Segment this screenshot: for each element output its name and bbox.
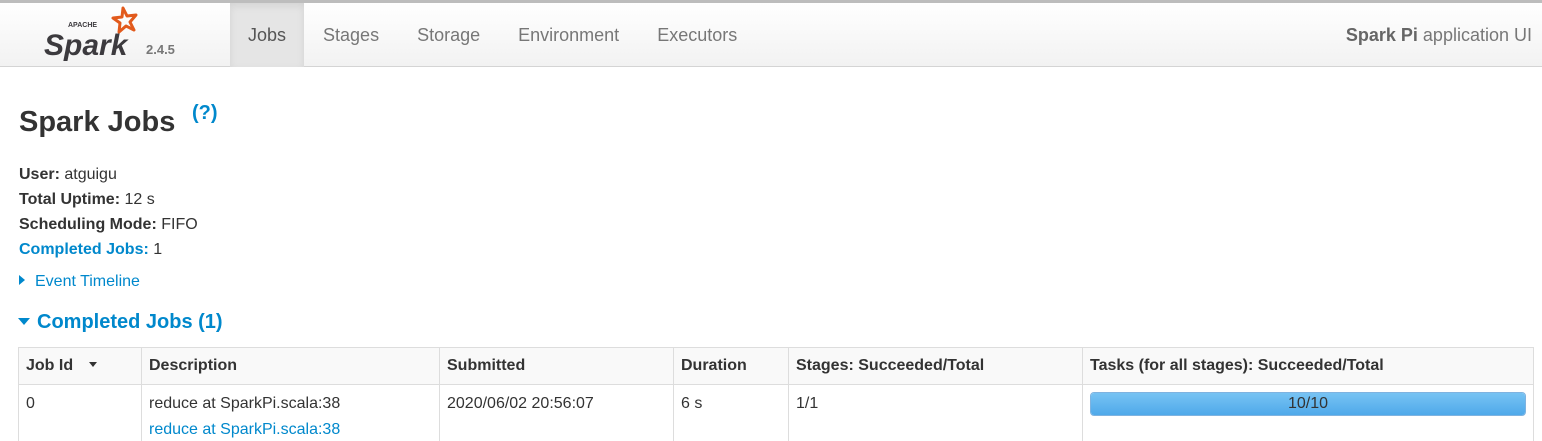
tasks-progress-bar: 10/10 [1090, 392, 1526, 416]
summary-scheduling: Scheduling Mode: FIFO [19, 212, 198, 237]
header-description[interactable]: Description [141, 347, 440, 385]
job-summary: User: atguigu Total Uptime: 12 s Schedul… [19, 162, 198, 262]
summary-completed: Completed Jobs: 1 [19, 237, 198, 262]
cell-stages: 1/1 [788, 384, 1083, 441]
summary-scheduling-value: FIFO [156, 216, 198, 233]
cell-duration: 6 s [673, 384, 789, 441]
event-timeline-toggle[interactable]: Event Timeline [19, 273, 140, 291]
cell-job-id: 0 [18, 384, 142, 441]
top-navbar: Spark APACHE 2.4.5 Jobs Stages Storage E… [0, 0, 1542, 67]
tab-storage[interactable]: Storage [398, 3, 499, 67]
triangle-down-icon [18, 318, 30, 325]
tab-stages[interactable]: Stages [304, 3, 398, 67]
sort-desc-icon [89, 362, 98, 367]
tab-jobs[interactable]: Jobs [230, 3, 305, 67]
header-job-id-label: Job Id [26, 357, 74, 374]
app-title: Spark Pi application UI [1346, 3, 1532, 67]
completed-jobs-heading: Completed Jobs (1) [37, 311, 223, 333]
tab-environment[interactable]: Environment [499, 3, 638, 67]
completed-jobs-toggle[interactable]: Completed Jobs (1) [18, 311, 223, 334]
header-job-id[interactable]: Job Id [18, 347, 142, 385]
tasks-progress-label: 10/10 [1287, 395, 1329, 412]
spark-version: 2.4.5 [146, 42, 175, 57]
summary-user-value: atguigu [59, 166, 117, 183]
cell-description: reduce at SparkPi.scala:38 reduce at Spa… [141, 384, 440, 441]
tab-executors[interactable]: Executors [638, 3, 756, 67]
completed-jobs-table: Job Id Description Submitted Duration St… [18, 347, 1534, 441]
header-submitted[interactable]: Submitted [439, 347, 674, 385]
summary-scheduling-label: Scheduling Mode: [19, 216, 157, 233]
summary-completed-value: 1 [148, 241, 163, 258]
svg-text:APACHE: APACHE [68, 22, 97, 29]
spark-logo-icon: Spark APACHE [44, 6, 138, 62]
description-link[interactable]: reduce at SparkPi.scala:38 [149, 417, 432, 441]
cell-submitted: 2020/06/02 20:56:07 [439, 384, 674, 441]
summary-uptime-value: 12 s [120, 191, 155, 208]
svg-text:Spark: Spark [44, 29, 129, 62]
spark-logo[interactable]: Spark APACHE 2.4.5 [40, 5, 190, 67]
completed-jobs-link[interactable]: Completed Jobs: [19, 241, 149, 258]
cell-tasks: 10/10 [1082, 384, 1534, 441]
header-duration[interactable]: Duration [673, 347, 789, 385]
table-row: 0 reduce at SparkPi.scala:38 reduce at S… [18, 384, 1534, 441]
table-header-row: Job Id Description Submitted Duration St… [18, 347, 1534, 385]
header-tasks[interactable]: Tasks (for all stages): Succeeded/Total [1082, 347, 1534, 385]
app-name: Spark Pi [1345, 25, 1418, 45]
summary-uptime: Total Uptime: 12 s [19, 187, 198, 212]
app-title-suffix: application UI [1417, 25, 1532, 45]
summary-uptime-label: Total Uptime: [19, 191, 121, 208]
header-stages[interactable]: Stages: Succeeded/Total [788, 347, 1083, 385]
triangle-right-icon [19, 275, 25, 285]
description-text: reduce at SparkPi.scala:38 [149, 395, 341, 412]
summary-user: User: atguigu [19, 162, 198, 187]
summary-user-label: User: [19, 166, 60, 183]
event-timeline-label: Event Timeline [35, 273, 140, 290]
main-nav: Jobs Stages Storage Environment Executor… [230, 3, 756, 67]
help-link[interactable]: (?) [192, 102, 218, 125]
page-title: Spark Jobs [19, 106, 176, 138]
